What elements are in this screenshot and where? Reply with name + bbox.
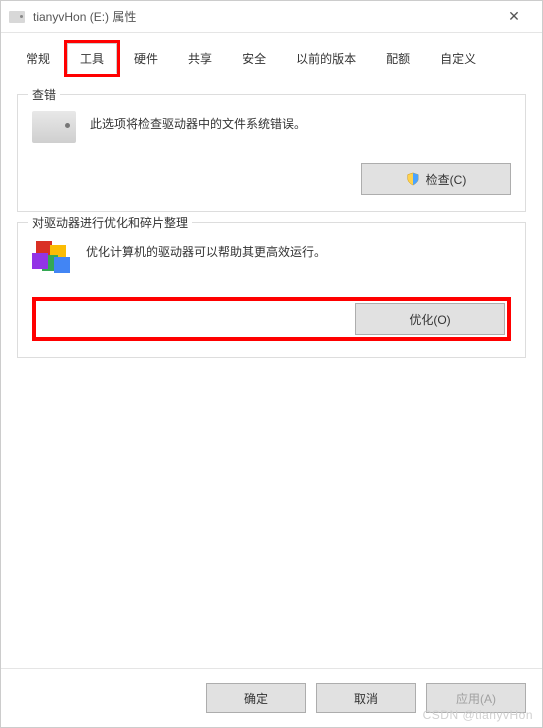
close-button[interactable]: ✕ — [494, 8, 534, 25]
error-checking-desc: 此选项将检查驱动器中的文件系统错误。 — [90, 109, 306, 132]
window-title: tianyvHon (E:) 属性 — [33, 8, 494, 25]
group-optimize-title: 对驱动器进行优化和碎片整理 — [28, 214, 192, 231]
tab-general[interactable]: 常规 — [13, 43, 63, 74]
optimize-button-label: 优化(O) — [409, 311, 450, 328]
check-button-label: 检查(C) — [426, 171, 467, 188]
shield-icon — [406, 172, 420, 186]
optimize-desc: 优化计算机的驱动器可以帮助其更高效运行。 — [86, 237, 326, 260]
cancel-button[interactable]: 取消 — [316, 683, 416, 713]
titlebar: tianyvHon (E:) 属性 ✕ — [1, 1, 542, 33]
tab-customize[interactable]: 自定义 — [427, 43, 489, 74]
watermark: CSDN @tianyvHon — [423, 708, 533, 722]
group-error-checking: 查错 此选项将检查驱动器中的文件系统错误。 检查(C) — [17, 94, 526, 212]
tab-sharing[interactable]: 共享 — [175, 43, 225, 74]
group-optimize: 对驱动器进行优化和碎片整理 优化计算机的驱动器可以帮助其更高效运行。 优化(O) — [17, 222, 526, 358]
tab-tools[interactable]: 工具 — [67, 43, 117, 74]
check-button[interactable]: 检查(C) — [361, 163, 511, 195]
tab-quota[interactable]: 配额 — [373, 43, 423, 74]
ok-button[interactable]: 确定 — [206, 683, 306, 713]
tab-security[interactable]: 安全 — [229, 43, 279, 74]
tab-hardware[interactable]: 硬件 — [121, 43, 171, 74]
tab-content: 查错 此选项将检查驱动器中的文件系统错误。 检查(C) 对驱动器进行优化和碎片整… — [1, 74, 542, 668]
properties-dialog: tianyvHon (E:) 属性 ✕ 常规 工具 硬件 共享 安全 以前的版本… — [0, 0, 543, 728]
tab-previous-versions[interactable]: 以前的版本 — [283, 43, 369, 74]
tabstrip: 常规 工具 硬件 共享 安全 以前的版本 配额 自定义 — [1, 33, 542, 74]
optimize-button[interactable]: 优化(O) — [355, 303, 505, 335]
defrag-icon — [32, 237, 72, 277]
drive-icon — [32, 111, 76, 143]
group-error-checking-title: 查错 — [28, 86, 60, 103]
drive-icon — [9, 11, 25, 23]
